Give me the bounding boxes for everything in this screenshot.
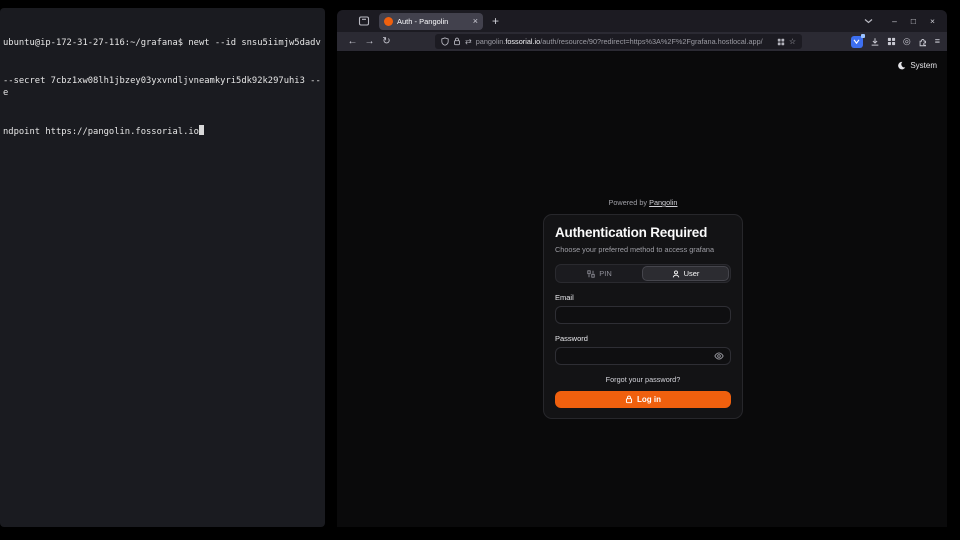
tab-title: Auth - Pangolin bbox=[397, 17, 469, 26]
card-title: Authentication Required bbox=[555, 225, 731, 240]
theme-toggle[interactable]: System bbox=[897, 61, 937, 70]
terminal-window[interactable]: ubuntu@ip-172-31-27-116:~/grafana$ newt … bbox=[0, 8, 325, 527]
theme-label: System bbox=[910, 61, 937, 70]
forgot-password-link[interactable]: Forgot your password? bbox=[555, 375, 731, 384]
lock-icon bbox=[625, 395, 633, 404]
show-password-eye-icon[interactable] bbox=[714, 352, 724, 360]
url-prefix: pangolin. bbox=[476, 37, 506, 46]
card-subtitle: Choose your preferred method to access g… bbox=[555, 245, 731, 254]
terminal-line: ubuntu@ip-172-31-27-116:~/grafana$ newt … bbox=[3, 37, 322, 50]
powered-by: Powered by Pangolin bbox=[543, 198, 743, 207]
close-window-button[interactable]: × bbox=[925, 16, 940, 26]
password-input[interactable] bbox=[555, 347, 731, 365]
browser-window: Auth - Pangolin × + – □ × ← → ↻ bbox=[337, 10, 947, 527]
auth-method-tabs: PIN User bbox=[555, 264, 731, 283]
padlock-icon[interactable] bbox=[453, 37, 461, 46]
login-button-label: Log in bbox=[637, 395, 661, 404]
minimize-button[interactable]: – bbox=[887, 16, 902, 26]
forward-button[interactable]: → bbox=[361, 37, 378, 47]
new-tab-button[interactable]: + bbox=[492, 15, 499, 27]
password-label: Password bbox=[555, 334, 731, 343]
tab-pin-label: PIN bbox=[599, 269, 612, 278]
menu-hamburger-icon[interactable]: ≡ bbox=[935, 37, 940, 46]
keypad-icon bbox=[587, 270, 595, 278]
moon-theme-icon bbox=[897, 61, 906, 70]
url-text: pangolin.fossorial.io/auth/resource/90?r… bbox=[476, 37, 773, 46]
email-input[interactable] bbox=[555, 306, 731, 324]
tab-user-label: User bbox=[684, 269, 700, 278]
firefox-view-icon[interactable] bbox=[358, 15, 370, 27]
back-button[interactable]: ← bbox=[344, 37, 361, 47]
password-wrap bbox=[555, 347, 731, 365]
email-label: Email bbox=[555, 293, 731, 302]
permissions-swap-icon[interactable]: ⇄ bbox=[465, 38, 472, 46]
browser-tab[interactable]: Auth - Pangolin × bbox=[379, 13, 483, 30]
list-tabs-chevron-icon[interactable] bbox=[864, 18, 873, 24]
bookmark-star-icon[interactable]: ☆ bbox=[789, 38, 796, 46]
page-actions-grid-icon[interactable] bbox=[777, 38, 785, 46]
shield-extension-icon[interactable] bbox=[851, 36, 863, 48]
page-content: System Powered by Pangolin Authenticatio… bbox=[337, 52, 947, 527]
tracking-shield-icon[interactable] bbox=[441, 37, 449, 46]
tab-user[interactable]: User bbox=[642, 266, 729, 281]
circle-extension-icon[interactable]: ◎ bbox=[903, 37, 911, 46]
terminal-cursor bbox=[199, 125, 204, 135]
login-button[interactable]: Log in bbox=[555, 391, 731, 408]
desktop: ubuntu@ip-172-31-27-116:~/grafana$ newt … bbox=[0, 0, 960, 540]
pangolin-link[interactable]: Pangolin bbox=[649, 198, 677, 207]
url-domain: fossorial.io bbox=[505, 37, 540, 46]
grid-extension-icon[interactable] bbox=[887, 37, 896, 46]
downloads-icon[interactable] bbox=[870, 37, 880, 47]
auth-card: Authentication Required Choose your pref… bbox=[543, 214, 743, 419]
user-icon bbox=[672, 270, 680, 278]
navigation-bar: ← → ↻ ⇄ pangolin.fossorial.io/auth/resou… bbox=[337, 32, 947, 52]
maximize-button[interactable]: □ bbox=[906, 16, 921, 26]
tab-pin[interactable]: PIN bbox=[557, 266, 642, 281]
tab-bar: Auth - Pangolin × + – □ × bbox=[337, 10, 947, 32]
auth-column: Powered by Pangolin Authentication Requi… bbox=[543, 198, 743, 419]
toolbar-extensions: ◎ ≡ bbox=[851, 36, 940, 48]
url-bar[interactable]: ⇄ pangolin.fossorial.io/auth/resource/90… bbox=[435, 34, 802, 49]
tab-close-icon[interactable]: × bbox=[473, 17, 478, 26]
terminal-line: --secret 7cbz1xw08lh1jbzey03yxvndljvneam… bbox=[3, 75, 322, 100]
url-path: /auth/resource/90?redirect=https%3A%2F%2… bbox=[540, 37, 762, 46]
terminal-line: ndpoint https://pangolin.fossorial.io bbox=[3, 125, 322, 139]
pangolin-favicon-icon bbox=[384, 17, 393, 26]
extensions-puzzle-icon[interactable] bbox=[918, 37, 928, 47]
reload-button[interactable]: ↻ bbox=[378, 37, 395, 47]
